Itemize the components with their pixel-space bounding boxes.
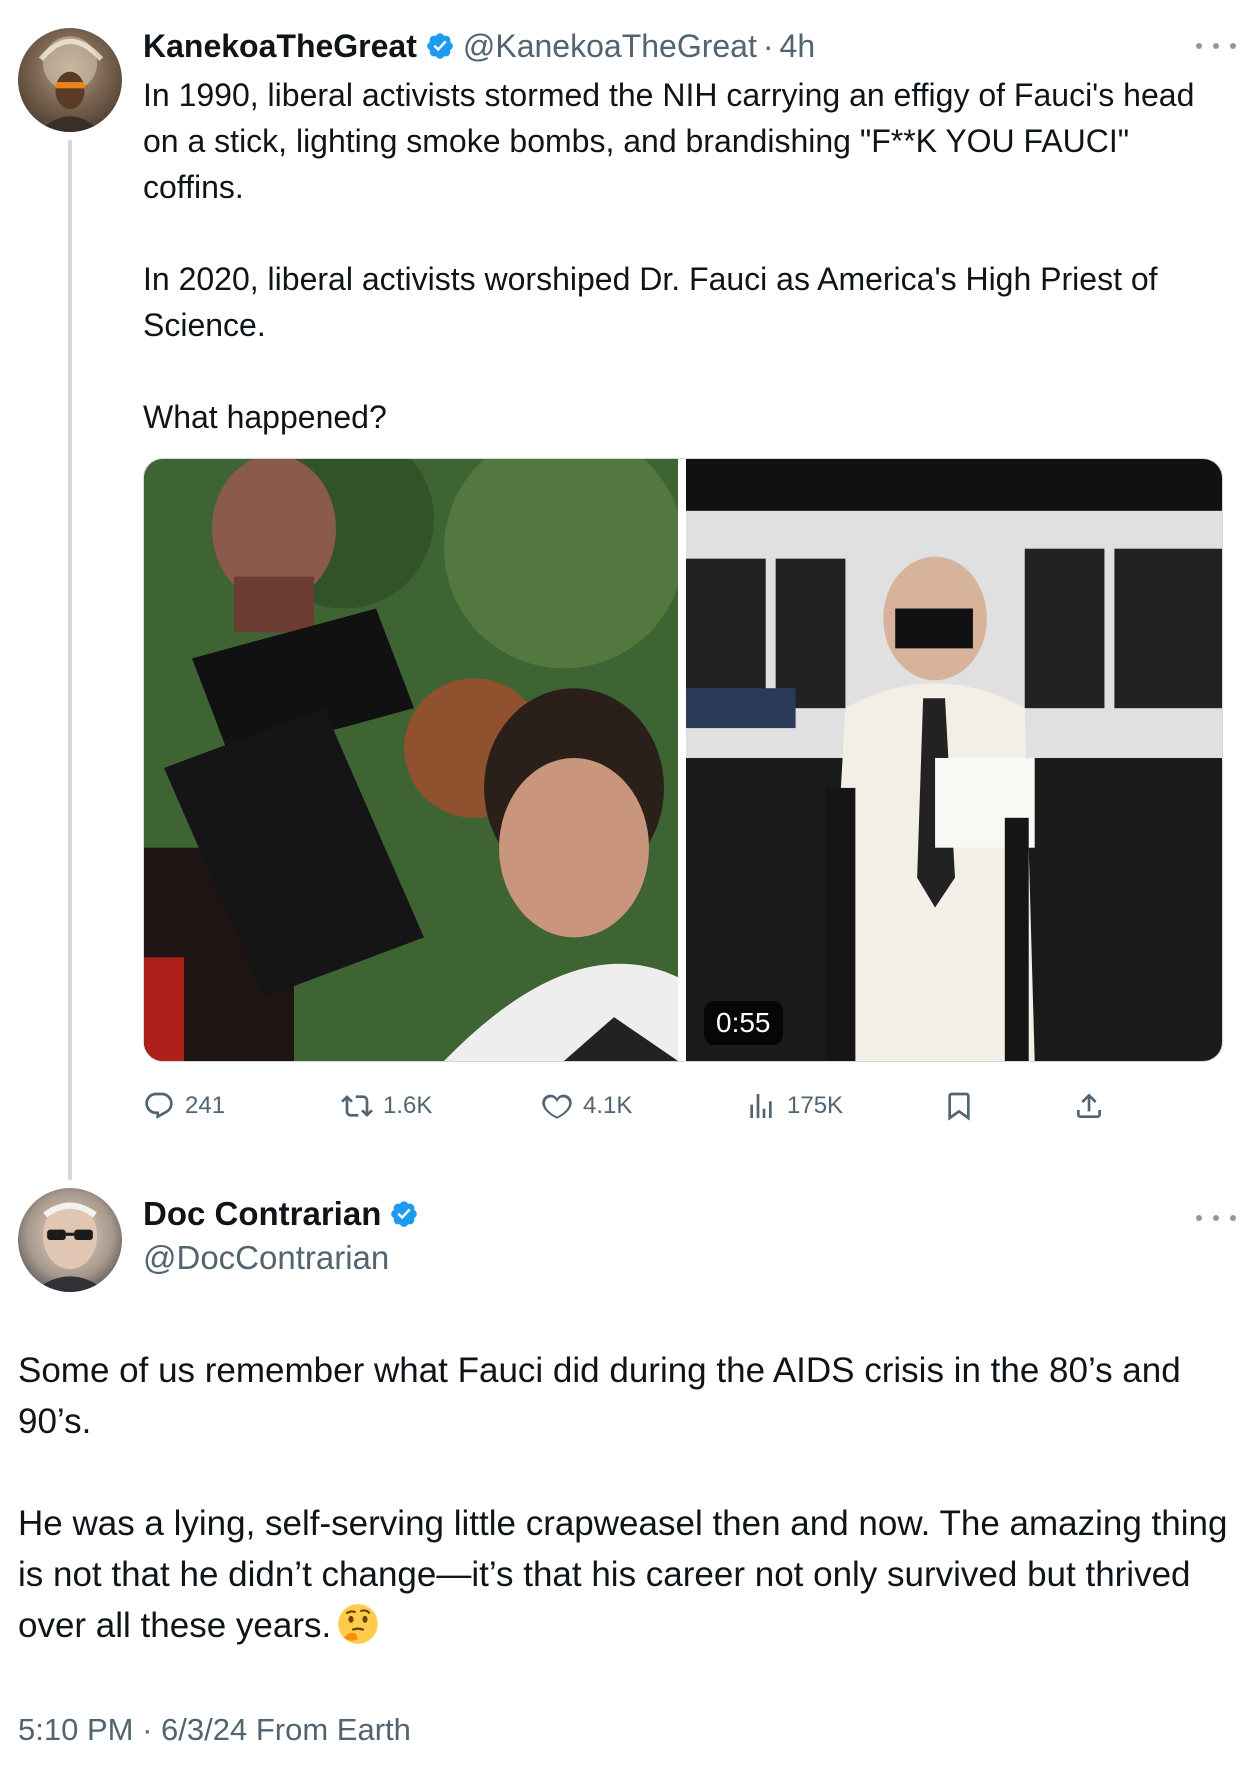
thinking-face-emoji xyxy=(337,1603,379,1645)
avatar-doc-contrarian[interactable] xyxy=(18,1188,122,1292)
author-display-name[interactable]: KanekoaTheGreat xyxy=(143,28,417,65)
media-image-protest[interactable] xyxy=(144,459,678,1061)
like-count: 4.1K xyxy=(583,1092,633,1119)
like-button[interactable]: 4.1K xyxy=(541,1082,632,1130)
tweet-2-paragraph: Some of us remember what Fauci did durin… xyxy=(18,1351,1181,1441)
tweet-1-paragraph: In 1990, liberal activists stormed the N… xyxy=(143,77,1195,205)
repost-button[interactable]: 1.6K xyxy=(341,1082,432,1130)
tweet-1-paragraph: In 2020, liberal activists worshiped Dr.… xyxy=(143,261,1158,343)
bookmark-icon xyxy=(948,1092,970,1121)
thread-connector-line xyxy=(68,140,72,1180)
avatar-kanekoa[interactable] xyxy=(18,28,122,132)
share-icon xyxy=(1077,1093,1101,1118)
media-video-press[interactable] xyxy=(686,459,1222,1061)
views-button[interactable]: 175K xyxy=(745,1082,843,1130)
post-time: 5:10 PM xyxy=(18,1712,134,1747)
tweet-2-paragraph-with-emoji: He was a lying, self-serving little crap… xyxy=(18,1498,1228,1651)
header-separator: · xyxy=(762,27,774,64)
tweet-1-action-bar: 241 1.6K 4.1K 175K xyxy=(143,1082,1223,1130)
repost-count: 1.6K xyxy=(383,1092,433,1119)
reply-icon xyxy=(145,1092,173,1119)
tweet-1-header: KanekoaTheGreat @KanekoaTheGreat · 4h xyxy=(143,24,815,68)
views-count: 175K xyxy=(787,1092,844,1119)
like-icon xyxy=(542,1094,572,1119)
tweet-2-text: Some of us remember what Fauci did durin… xyxy=(18,1345,1228,1651)
post-source: From Earth xyxy=(255,1712,411,1747)
verified-badge-icon[interactable] xyxy=(425,31,455,61)
author-handle[interactable]: @KanekoaTheGreat xyxy=(463,28,757,65)
author-handle[interactable]: @DocContrarian xyxy=(143,1236,389,1280)
more-icon[interactable] xyxy=(1196,1208,1236,1228)
reply-button[interactable]: 241 xyxy=(143,1082,225,1130)
reply-count: 241 xyxy=(185,1092,226,1119)
video-duration-badge: 0:55 xyxy=(704,1001,783,1045)
tweet-1-media: 0:55 xyxy=(143,458,1223,1062)
repost-icon xyxy=(341,1095,373,1117)
share-button[interactable] xyxy=(1073,1082,1115,1130)
tweet-1-paragraph: What happened? xyxy=(143,399,387,435)
tweet-1-text: In 1990, liberal activists stormed the N… xyxy=(143,72,1233,440)
tweet-2-name-row: Doc Contrarian xyxy=(143,1192,427,1236)
post-timestamp[interactable]: 5:10 PM · 6/3/24 From Earth xyxy=(18,1708,411,1752)
more-icon[interactable] xyxy=(1196,36,1236,56)
verified-badge-icon[interactable] xyxy=(389,1199,419,1229)
tweet-2-paragraph: He was a lying, self-serving little crap… xyxy=(18,1504,1228,1645)
post-time[interactable]: 4h xyxy=(780,28,816,65)
bookmark-button[interactable] xyxy=(943,1082,985,1130)
views-icon xyxy=(750,1094,772,1118)
footer-separator: · xyxy=(142,1712,153,1747)
post-date: 6/3/24 xyxy=(161,1712,248,1747)
author-display-name[interactable]: Doc Contrarian xyxy=(143,1195,381,1233)
